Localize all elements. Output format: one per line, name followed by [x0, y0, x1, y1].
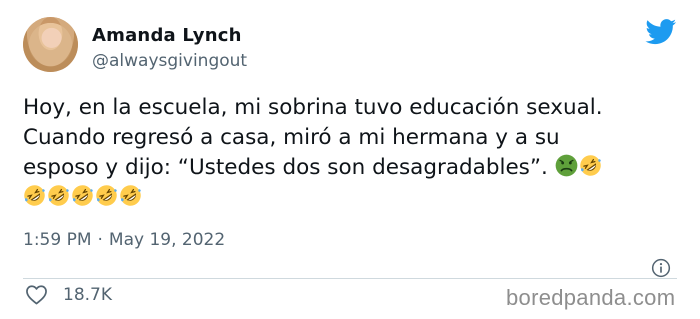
tweet-text: Hoy, en la escuela, mi sobrina tuvo educ… [23, 93, 683, 213]
nauseated-face-icon [555, 154, 578, 177]
divider [23, 278, 677, 279]
meta-separator: · [97, 230, 103, 250]
like-count: 18.7K [63, 285, 112, 305]
avatar[interactable] [23, 17, 78, 72]
watermark: boredpanda.com [506, 285, 676, 310]
rolling-on-floor-laughing-icon [96, 185, 117, 206]
heart-icon[interactable] [25, 284, 48, 305]
tweet-date[interactable]: May 19, 2022 [109, 230, 225, 250]
avatar-hair [23, 17, 78, 72]
tweet-line-3: esposo y dijo: “Ustedes dos son desagrad… [23, 153, 683, 183]
tweet-time[interactable]: 1:59 PM [23, 230, 92, 250]
rolling-on-floor-laughing-icon [72, 185, 93, 206]
tweet-timestamp[interactable]: 1:59 PM · May 19, 2022 [23, 229, 225, 251]
tweet-line-4 [23, 183, 683, 213]
rolling-on-floor-laughing-icon [24, 185, 45, 206]
rolling-on-floor-laughing-icon [48, 185, 69, 206]
author-handle[interactable]: @alwaysgivingout [92, 51, 247, 71]
info-icon[interactable] [651, 258, 671, 278]
tweet-line-3-text: esposo y dijo: “Ustedes dos son desagrad… [23, 155, 548, 180]
rolling-on-floor-laughing-icon [579, 155, 601, 176]
tweet-line-2: Cuando regresó a casa, miró a mi hermana… [23, 125, 560, 150]
rolling-on-floor-laughing-icon [120, 185, 141, 206]
twitter-bird-icon [645, 19, 677, 45]
tweet-line-1: Hoy, en la escuela, mi sobrina tuvo educ… [23, 95, 603, 120]
author-name[interactable]: Amanda Lynch [92, 25, 242, 47]
